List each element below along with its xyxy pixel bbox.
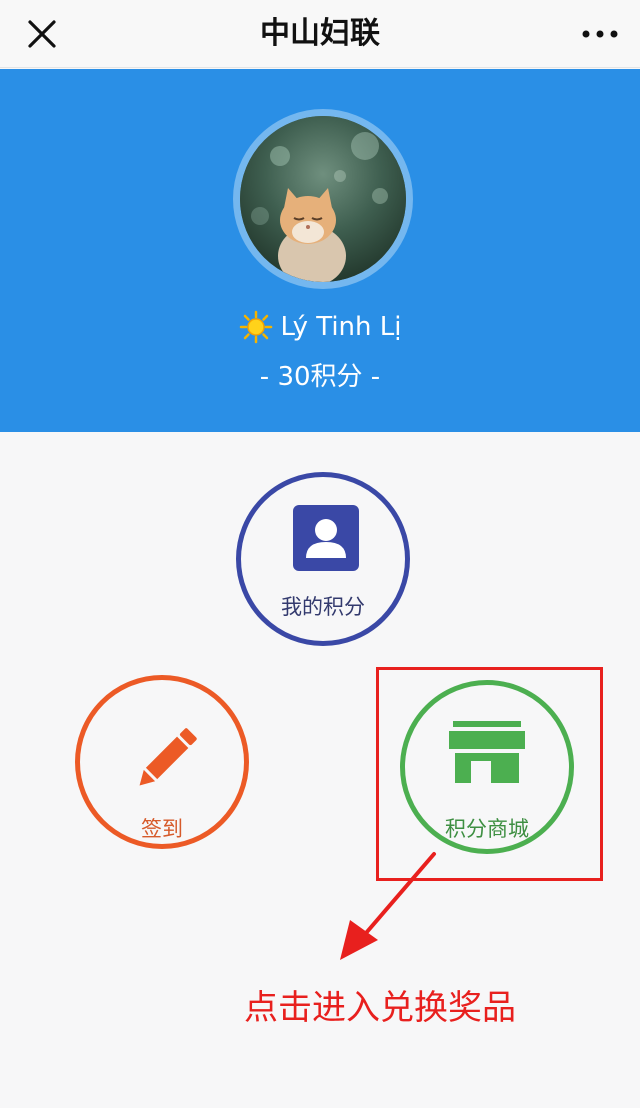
page: 中山妇联 Lý Tinh Lị - 30积分 - 我的积分 签到 积分商城 点击… xyxy=(0,0,640,1108)
annotation-arrow-icon xyxy=(340,852,436,960)
user-name: Lý Tinh Lị xyxy=(280,312,402,342)
avatar[interactable] xyxy=(233,109,413,289)
points-balance: - 30积分 - xyxy=(259,362,381,392)
user-card-icon xyxy=(293,505,359,571)
page-title: 中山妇联 xyxy=(260,16,380,51)
user-name-row: Lý Tinh Lị xyxy=(0,309,640,345)
my-points-button[interactable]: 我的积分 xyxy=(236,472,410,646)
checkin-label: 签到 xyxy=(141,817,183,841)
annotation-text: 点击进入兑换奖品 xyxy=(244,988,516,1028)
highlight-box xyxy=(376,667,603,881)
pencil-icon xyxy=(139,728,197,786)
checkin-button[interactable]: 签到 xyxy=(75,675,249,849)
sun-icon xyxy=(239,310,273,344)
my-points-label: 我的积分 xyxy=(281,595,365,619)
more-icon[interactable] xyxy=(578,16,622,52)
profile-header: Lý Tinh Lị - 30积分 - xyxy=(0,69,640,432)
nav-bar: 中山妇联 xyxy=(0,0,640,68)
